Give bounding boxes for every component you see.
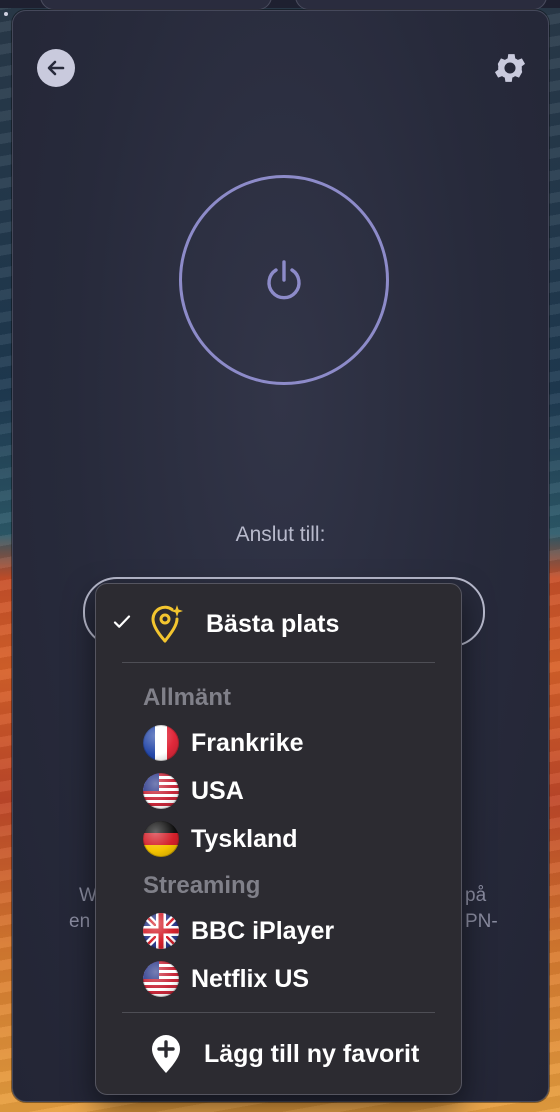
menu-item-germany[interactable]: Tyskland <box>96 817 461 861</box>
location-sparkle-icon <box>150 604 184 644</box>
section-label-general: Allmänt <box>143 684 232 711</box>
usa-flag-icon <box>143 773 179 809</box>
checkmark-icon <box>112 612 134 637</box>
arrow-left-icon <box>47 60 65 76</box>
uk-flag-icon <box>143 913 179 949</box>
menu-item-bbc-iplayer[interactable]: BBC iPlayer <box>96 909 461 953</box>
service-label: BBC iPlayer <box>191 916 335 945</box>
add-location-icon <box>150 1034 182 1074</box>
settings-button[interactable] <box>489 47 531 89</box>
description-text: PN- <box>465 911 498 932</box>
back-button[interactable] <box>37 49 75 87</box>
menu-divider <box>122 662 435 663</box>
france-flag-icon <box>143 725 179 761</box>
menu-item-best-location[interactable]: Bästa plats <box>96 602 461 646</box>
location-dropdown-menu: Bästa plats Allmänt Frankrike USA Tyskla… <box>95 583 462 1095</box>
menu-divider <box>122 1012 435 1013</box>
country-label: Frankrike <box>191 728 304 757</box>
menu-item-france[interactable]: Frankrike <box>96 721 461 765</box>
menu-item-usa[interactable]: USA <box>96 769 461 813</box>
menu-item-netflix-us[interactable]: Netflix US <box>96 957 461 1001</box>
window-tab-left <box>40 0 272 10</box>
power-icon <box>267 260 301 300</box>
menu-item-add-favorite[interactable]: Lägg till ny favorit <box>96 1032 461 1076</box>
connect-to-label: Anslut till: <box>235 523 326 546</box>
germany-flag-icon <box>143 821 179 857</box>
country-label: Tyskland <box>191 824 298 853</box>
gear-icon <box>494 54 526 82</box>
country-label: USA <box>191 776 244 805</box>
usa-flag-icon <box>143 961 179 997</box>
description-text: en <box>69 911 91 932</box>
window-tab-right <box>295 0 547 10</box>
power-button[interactable] <box>179 175 389 385</box>
description-text: på <box>465 885 487 906</box>
best-location-label: Bästa plats <box>206 609 340 638</box>
add-favorite-label: Lägg till ny favorit <box>204 1039 420 1068</box>
service-label: Netflix US <box>191 964 310 993</box>
status-dot <box>4 12 8 16</box>
section-label-streaming: Streaming <box>143 872 261 899</box>
